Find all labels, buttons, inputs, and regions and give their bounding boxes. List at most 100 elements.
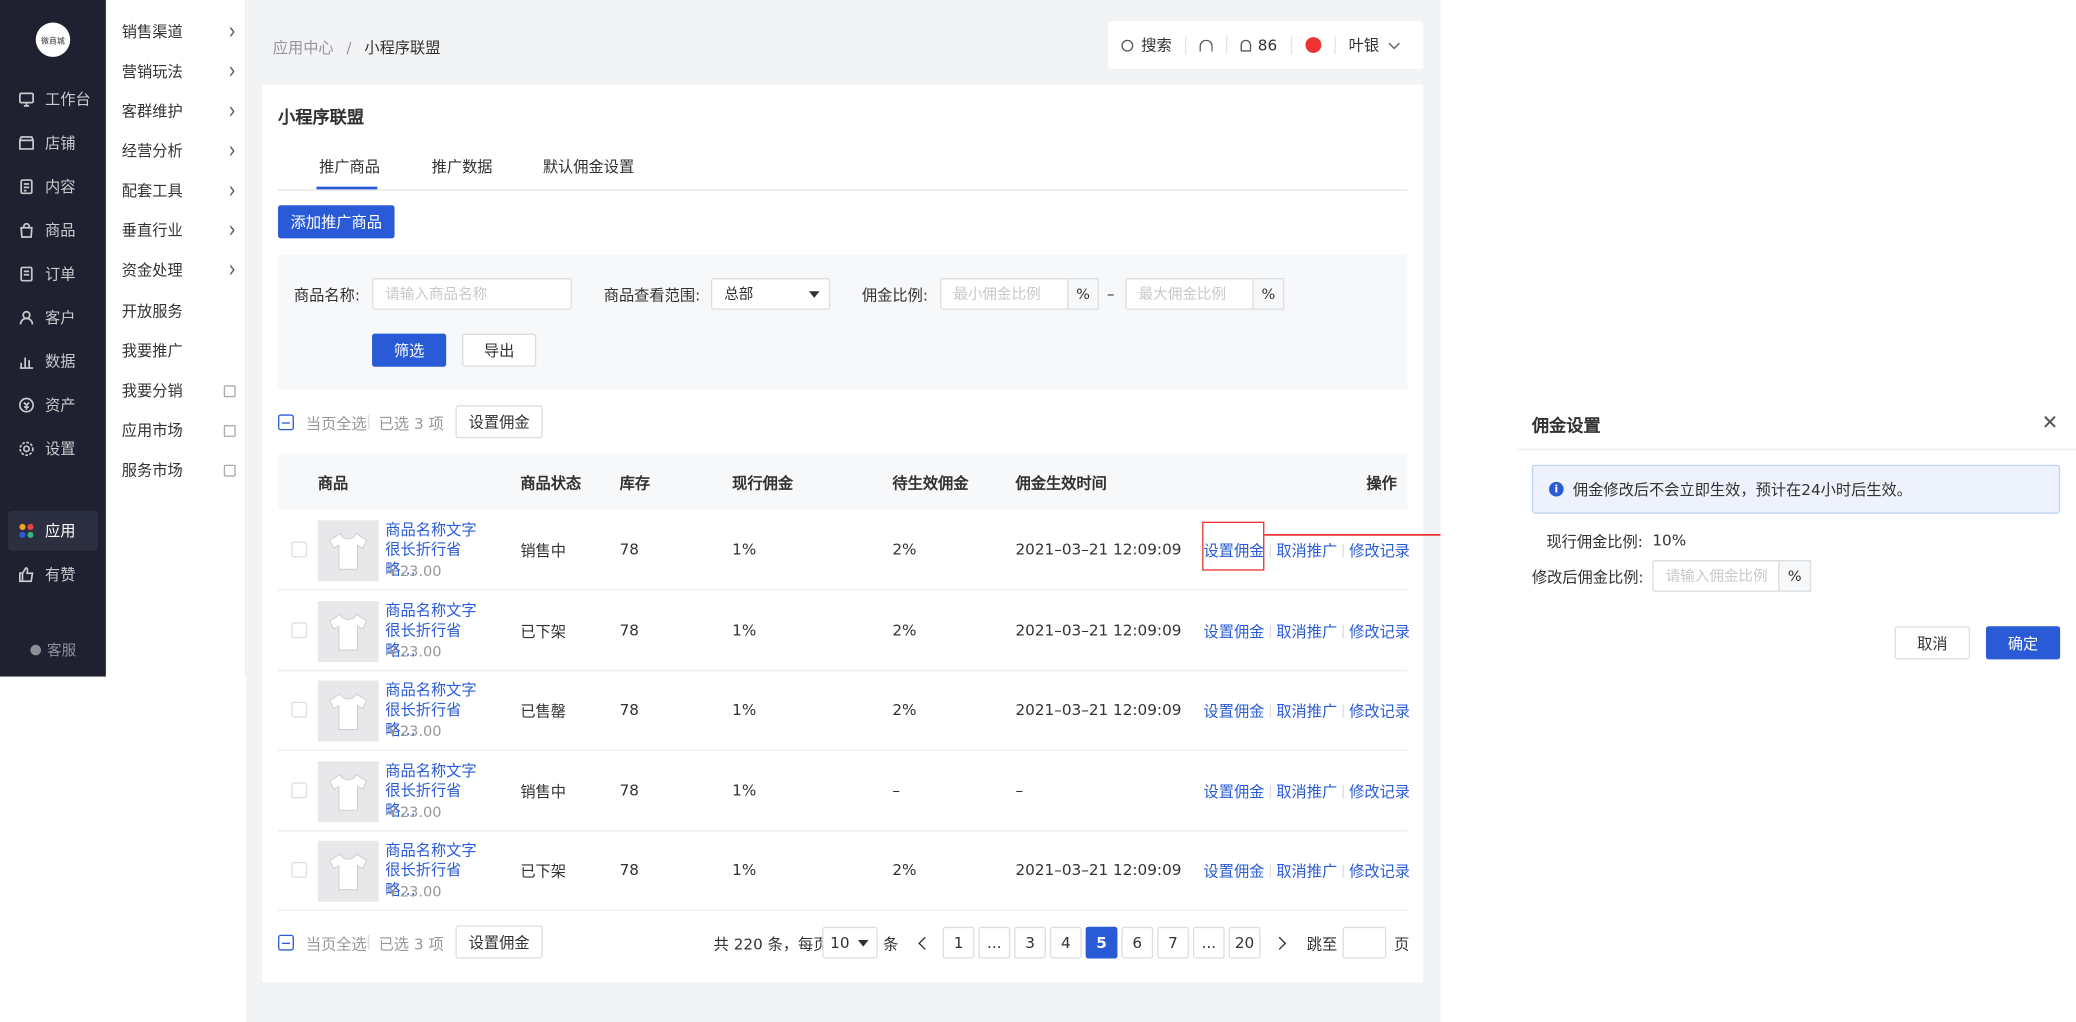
alert-button[interactable]: [1292, 35, 1336, 55]
jump-page-input[interactable]: [1342, 926, 1387, 959]
op-link[interactable]: 取消推广: [1276, 620, 1337, 641]
search-button[interactable]: 搜索: [1108, 35, 1187, 55]
nav-item-customers[interactable]: 客户: [8, 298, 98, 338]
page-button[interactable]: ...: [1192, 926, 1225, 959]
subnav-item[interactable]: 开放服务: [122, 298, 236, 324]
subnav-item[interactable]: 垂直行业 ›: [122, 216, 236, 244]
table-row: 商品名称文字很长折行省略… ￥23.00 已下架 78 1% 2% 2021–0…: [278, 590, 1410, 671]
subnav-item[interactable]: 我要分销: [122, 377, 236, 403]
confirm-button[interactable]: 确定: [1985, 626, 2061, 660]
tab-default-commission[interactable]: 默认佣金设置: [543, 156, 634, 177]
page-button[interactable]: 7: [1157, 926, 1189, 959]
sub-sidebar: 销售渠道 › 营销玩法 › 客群维护 › 经营分析 › 配套工具 › 垂直行业 › 资金处理…: [105, 0, 247, 677]
nav-item-shop[interactable]: 店铺: [8, 123, 98, 163]
page-button[interactable]: 1: [942, 926, 975, 959]
select-page-checkbox[interactable]: [278, 414, 294, 431]
op-link[interactable]: 修改记录: [1349, 780, 1410, 801]
breadcrumb: 应用中心 / 小程序联盟: [273, 37, 441, 58]
op-link[interactable]: 修改记录: [1349, 861, 1410, 882]
tab-promotion-data[interactable]: 推广数据: [432, 156, 493, 177]
cancel-button[interactable]: 取消: [1894, 626, 1971, 660]
op-link[interactable]: 取消推广: [1276, 861, 1337, 882]
subnav-item[interactable]: 客群维护 ›: [122, 97, 236, 125]
info-icon: i: [1549, 481, 1564, 497]
row-checkbox[interactable]: [291, 861, 308, 878]
nav-item-settings[interactable]: 设置: [8, 429, 98, 469]
logo[interactable]: 微商城: [35, 22, 71, 57]
customer-service[interactable]: 客服: [0, 639, 106, 660]
op-link[interactable]: 取消推广: [1276, 780, 1337, 801]
page-button[interactable]: 6: [1121, 926, 1154, 959]
page-button[interactable]: 20: [1228, 926, 1261, 959]
status-cell: 已下架: [520, 861, 567, 881]
page-button[interactable]: 4: [1049, 926, 1082, 959]
op-link[interactable]: 修改记录: [1349, 700, 1410, 721]
export-button[interactable]: 导出: [462, 333, 537, 367]
nav-item-orders[interactable]: 订单: [8, 254, 98, 294]
nav-item-apps[interactable]: 应用: [7, 511, 98, 551]
ratio-label: 佣金比例:: [861, 285, 928, 305]
current-commission-cell: 1%: [732, 540, 757, 559]
subnav-item[interactable]: 我要推广: [122, 338, 236, 364]
nav-item-data[interactable]: 数据: [8, 342, 98, 382]
support-button[interactable]: [1186, 35, 1228, 55]
add-promoted-goods-button[interactable]: 添加推广商品: [278, 205, 395, 239]
close-icon[interactable]: ✕: [2042, 410, 2059, 434]
subnav-item[interactable]: 营销玩法 ›: [122, 58, 236, 86]
table-row: 商品名称文字很长折行省略… ￥23.00 已下架 78 1% 2% 2021–0…: [278, 830, 1410, 911]
chevron-left-icon: [918, 936, 932, 950]
row-checkbox[interactable]: [291, 781, 308, 798]
op-link[interactable]: 设置佣金: [1203, 700, 1264, 721]
page-button[interactable]: 3: [1014, 926, 1046, 959]
subnav-item[interactable]: 资金处理 ›: [122, 256, 236, 284]
status-cell: 已售罄: [520, 701, 567, 721]
notification-button[interactable]: 86: [1227, 35, 1292, 55]
subnav-item[interactable]: 配套工具 ›: [122, 177, 236, 205]
subnav-item[interactable]: 应用市场: [122, 417, 236, 443]
op-link[interactable]: 设置佣金: [1203, 620, 1264, 641]
page-button[interactable]: 5: [1085, 926, 1118, 959]
row-checkbox[interactable]: [291, 701, 308, 718]
tab-promoted-goods[interactable]: 推广商品: [319, 156, 380, 177]
nav-item-youzan[interactable]: 有赞: [8, 555, 98, 595]
user-menu[interactable]: 叶银: [1335, 36, 1410, 54]
filter-button[interactable]: 筛选: [372, 333, 447, 367]
range-value: 总部: [724, 285, 754, 304]
coin-icon: [18, 397, 34, 413]
nav-item-goods[interactable]: 商品: [8, 211, 98, 251]
page-size-select[interactable]: 10: [822, 926, 878, 959]
bulk-set-commission-button[interactable]: 设置佣金: [455, 925, 543, 959]
goods-name-input[interactable]: 请输入商品名称: [372, 278, 572, 310]
op-link[interactable]: 设置佣金: [1203, 861, 1264, 882]
nav-item-label: 工作台: [45, 90, 91, 109]
subnav-item[interactable]: 经营分析 ›: [122, 137, 236, 165]
select-page-checkbox-bottom[interactable]: [278, 934, 294, 951]
page-button[interactable]: ...: [978, 926, 1011, 959]
op-link[interactable]: 取消推广: [1276, 700, 1337, 721]
apps-icon: [19, 523, 34, 538]
new-ratio-input[interactable]: 请输入佣金比例: [1652, 560, 1780, 592]
tshirt-icon: [328, 773, 368, 811]
prev-page-button[interactable]: [906, 926, 939, 959]
tshirt-icon: [328, 692, 368, 731]
min-ratio-input[interactable]: 最小佣金比例: [940, 278, 1069, 310]
row-checkbox[interactable]: [291, 541, 308, 558]
jump-label: 跳至: [1306, 934, 1338, 954]
subnav-item[interactable]: 销售渠道 ›: [122, 18, 236, 46]
subnav-item[interactable]: 服务市场: [122, 457, 236, 483]
op-link[interactable]: 设置佣金: [1203, 780, 1264, 801]
breadcrumb-parent[interactable]: 应用中心: [273, 38, 334, 57]
product-image: [317, 760, 379, 822]
next-page-button[interactable]: [1265, 926, 1298, 959]
range-dash: –: [1106, 284, 1115, 304]
range-select[interactable]: 总部: [710, 278, 831, 310]
selected-count: 已选 3 项: [378, 934, 444, 954]
row-checkbox[interactable]: [291, 621, 308, 638]
bulk-set-commission-button[interactable]: 设置佣金: [455, 405, 543, 439]
op-link[interactable]: 修改记录: [1349, 620, 1410, 641]
nav-item-assets[interactable]: 资产: [8, 385, 98, 425]
max-ratio-input[interactable]: 最大佣金比例: [1125, 278, 1254, 310]
nav-item-workbench[interactable]: 工作台: [8, 79, 98, 119]
nav-item-content[interactable]: 内容: [8, 167, 98, 207]
subnav-label: 开放服务: [121, 301, 183, 321]
